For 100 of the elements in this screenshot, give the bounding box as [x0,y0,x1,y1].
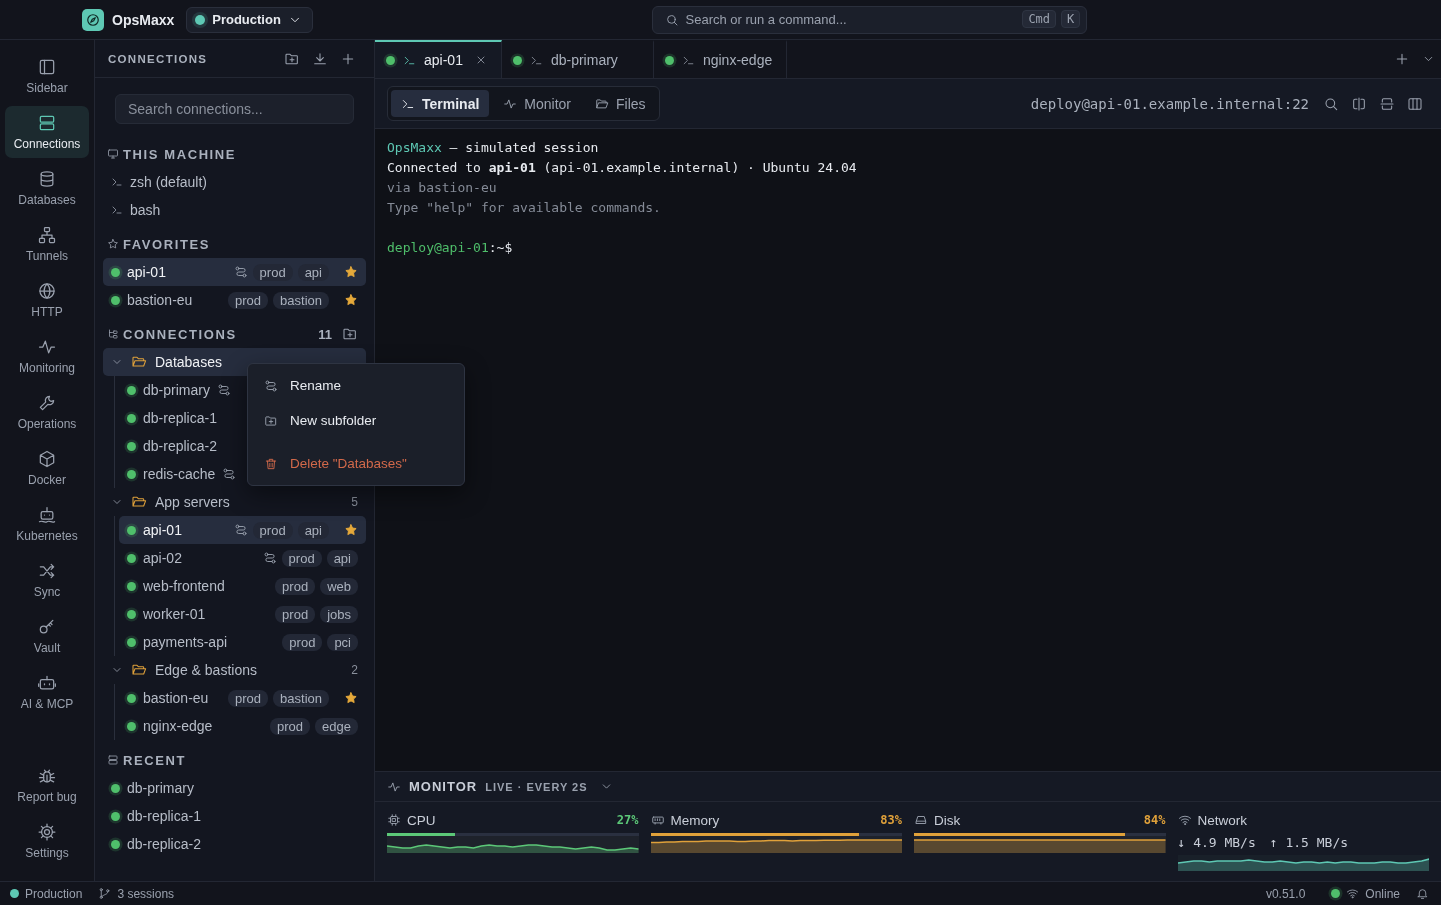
environment-selector[interactable]: Production [186,6,313,33]
item-count: 2 [351,663,358,677]
session-count: 3 sessions [117,886,175,901]
metric-label: Network [1197,812,1247,828]
refresh-label: LIVE · EVERY 2S [485,780,588,793]
terminal-line: OpsMaxx — simulated session [387,139,600,157]
connection-item[interactable]: bastion-eu prod bastion [119,684,366,712]
connection-item[interactable]: api-02 prod api [119,544,366,572]
connection-name: bastion-eu [143,690,209,706]
recent-item[interactable]: db-replica-2 [103,830,366,858]
nav-item[interactable]: Docker [5,442,89,494]
section-heading: CONNECTIONS [123,326,237,342]
connection-status: Online [1365,886,1400,901]
host-address: deploy@api-01.example.internal:22 [1030,95,1309,112]
connection-name: db-primary [127,780,194,796]
connection-name: db-primary [143,382,210,398]
view-tab[interactable]: Terminal [391,90,490,117]
tag: prod [270,717,311,735]
tag: prod [281,549,322,567]
view-tab[interactable]: Monitor [493,90,581,117]
item-count: 5 [351,495,358,509]
recent-item[interactable]: db-replica-1 [103,802,366,830]
session-tab[interactable]: db-primary [501,40,654,78]
folder-item[interactable]: App servers 5 [103,488,366,516]
tag: api [297,263,329,281]
nav-item[interactable]: AI & MCP [5,666,89,718]
throughput-value: ↑ 1.5 MB/s [1269,834,1349,850]
terminal-line: via bastion-eu [387,179,498,197]
terminal-line: Connected to api-01 (api-01.example.internal) · Ubuntu 24.04 [387,159,858,177]
nav-item[interactable]: Kubernetes [5,498,89,550]
folder-name: Databases [155,354,222,370]
throughput-value: ↓ 4.9 MB/s [1177,834,1256,850]
tag: prod [282,633,323,651]
connection-item[interactable]: bastion-eu prod bastion [103,286,366,314]
connection-item[interactable]: payments-api prod pci [119,628,366,656]
nav-item[interactable]: HTTP [5,274,89,326]
connection-name: api-02 [143,550,182,566]
connection-name: api-01 [127,264,166,280]
tag: prod [275,605,316,623]
tag: pci [327,633,358,651]
tag: api [326,549,358,567]
nav-item[interactable]: Sync [5,554,89,606]
connection-name: db-replica-2 [127,836,201,852]
nav-item[interactable]: Settings [5,815,89,867]
connection-item[interactable]: api-01 prod api [119,516,366,544]
shell-name: zsh (default) [130,174,208,190]
tag: prod [228,291,269,309]
tag: bastion [273,689,329,707]
shell-item[interactable]: bash [103,196,366,224]
tag: prod [275,577,316,595]
metric-value: 84% [1143,813,1166,827]
session-tab[interactable]: api-01 [375,40,502,78]
nav-item[interactable]: Databases [5,162,89,214]
search-field[interactable]: Search connections... [115,94,354,124]
tag: prod [252,521,293,539]
metric-value: 83% [880,813,902,827]
connection-item[interactable]: worker-01 prod jobs [119,600,366,628]
version-label: v0.51.0 [1265,886,1306,901]
shell-item[interactable]: zsh (default) [103,168,366,196]
shell-name: bash [130,202,161,218]
connection-name: db-replica-2 [143,438,217,454]
connection-name: nginx-edge [143,718,213,734]
connection-name: bastion-eu [127,292,193,308]
metric-value: 27% [616,813,639,827]
tag: prod [228,689,269,707]
connection-item[interactable]: web-frontend prod web [119,572,366,600]
item-count: 11 [318,326,332,342]
metric-label: CPU [407,812,436,828]
connection-name: api-01 [143,522,182,538]
panel-title: CONNECTIONS [108,52,208,65]
folder-item[interactable]: Edge & bastions 2 [103,656,366,684]
nav-item[interactable]: Vault [5,610,89,662]
section-heading: RECENT [123,752,187,768]
connection-item[interactable]: nginx-edge prod edge [119,712,366,740]
tag: edge [315,717,358,735]
connection-item[interactable]: api-01 prod api [103,258,366,286]
connection-name: redis-cache [143,466,216,482]
tag: prod [252,263,293,281]
recent-item[interactable]: db-primary [103,774,366,802]
nav-item[interactable]: Report bug [5,759,89,811]
metric-label: Disk [934,812,961,828]
tag: web [320,577,358,595]
connection-name: payments-api [143,634,228,650]
environment-label: Production [25,886,83,901]
tag: jobs [320,605,358,623]
tag: api [297,521,329,539]
nav-item[interactable]: Tunnels [5,218,89,270]
connection-name: db-replica-1 [143,410,217,426]
section-heading: THIS MACHINE [123,146,237,162]
section-heading: FAVORITES [123,236,211,252]
metric-label: Memory [670,812,720,828]
nav-item[interactable]: Monitoring [5,330,89,382]
session-tab[interactable]: nginx-edge [653,40,788,78]
nav-item[interactable]: Operations [5,386,89,438]
view-tab[interactable]: Files [585,90,656,117]
nav-item[interactable]: Connections [5,106,89,158]
nav-item[interactable]: Sidebar [5,50,89,102]
connection-name: worker-01 [143,606,206,622]
connection-name: db-replica-1 [127,808,201,824]
tag: bastion [273,291,329,309]
